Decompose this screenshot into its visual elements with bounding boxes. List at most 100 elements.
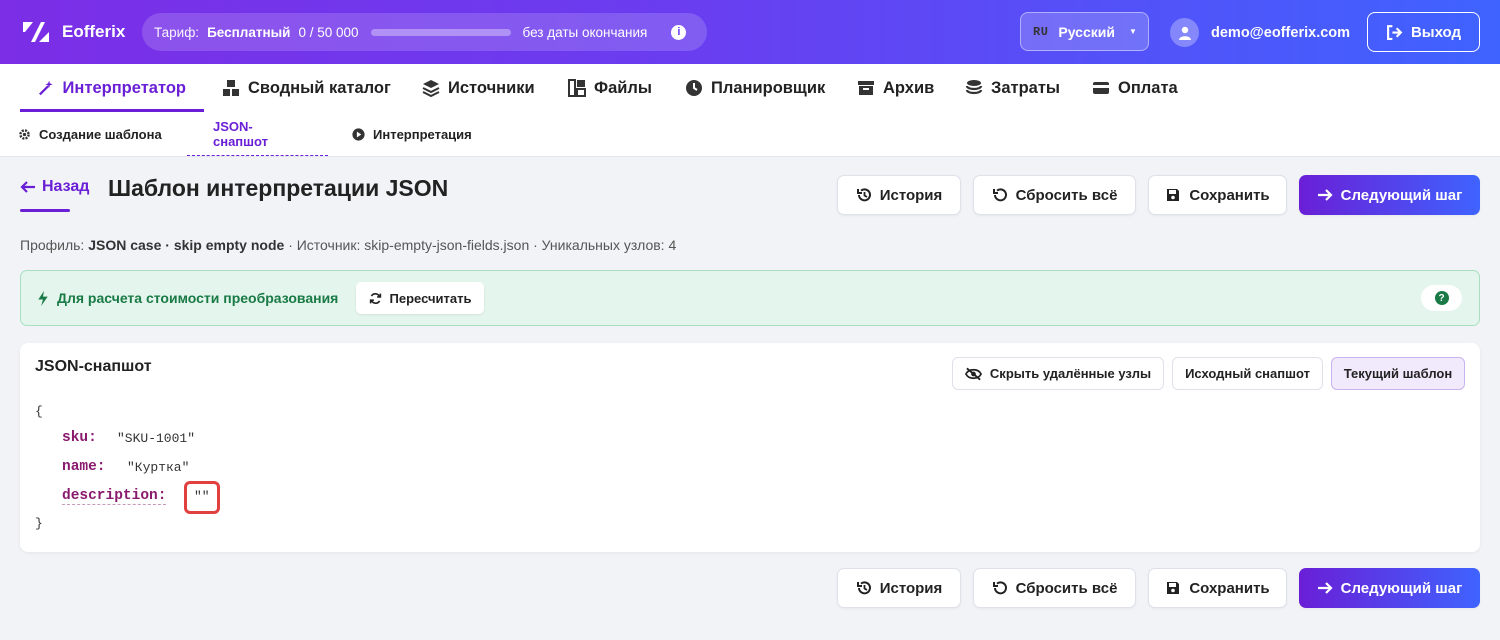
language-selector[interactable]: RU Русский ▼ <box>1020 12 1149 51</box>
nav-label: Планировщик <box>711 78 826 97</box>
json-key-description[interactable]: description: <box>62 488 167 505</box>
nav-item-archive[interactable]: Архив <box>857 64 934 112</box>
tariff-usage-bar <box>370 28 511 36</box>
nav-item-catalog[interactable]: Сводный каталог <box>222 64 391 112</box>
sub-nav: Создание шаблона JSON-снапшот Интерпрета… <box>0 112 1500 157</box>
main-nav: Интерпретатор Сводный каталог Источники … <box>0 64 1500 112</box>
eye-slash-icon <box>964 367 982 380</box>
tariff-plan: Бесплатный <box>207 24 291 40</box>
arrow-right-icon <box>1317 189 1333 201</box>
info-icon[interactable]: i <box>671 24 687 40</box>
nav-item-costs[interactable]: Затраты <box>965 64 1060 112</box>
language-name: Русский <box>1058 23 1115 40</box>
recalculate-label: Пересчитать <box>389 290 472 306</box>
back-underline <box>20 209 70 212</box>
nav-label: Затраты <box>991 78 1061 97</box>
cost-alert: Для расчета стоимости преобразования Пер… <box>20 270 1480 326</box>
nav-item-interpreter[interactable]: Интерпретатор <box>20 64 204 112</box>
tariff-panel: Тариф: Бесплатный 0 / 50 000 без даты ок… <box>142 13 707 51</box>
history-icon <box>856 581 871 595</box>
back-link[interactable]: Назад <box>20 178 89 196</box>
user-email: demo@eofferix.com <box>1211 24 1351 41</box>
logout-icon <box>1387 24 1403 40</box>
tariff-expiry: без даты окончания <box>522 24 648 40</box>
json-value-name[interactable]: "Куртка" <box>127 460 189 475</box>
subnav-label: JSON-снапшот <box>213 118 268 149</box>
archive-icon <box>858 81 874 95</box>
app-name: Eofferix <box>62 22 126 41</box>
hide-deleted-nodes-button[interactable]: Скрыть удалённые узлы <box>952 357 1164 390</box>
original-snapshot-label: Исходный снапшот <box>1185 366 1310 381</box>
language-code: RU <box>1033 24 1049 39</box>
arrow-right-icon <box>1317 582 1333 594</box>
history-label: История <box>879 186 943 204</box>
save-icon <box>1167 189 1180 201</box>
logo-icon <box>23 22 49 42</box>
boxes-icon <box>223 80 239 96</box>
profile-label: Профиль: <box>20 237 85 253</box>
play-icon <box>352 127 365 141</box>
profile-value: JSON case · skip empty node <box>88 237 285 253</box>
undo-icon <box>992 188 1007 202</box>
undo-icon <box>992 581 1007 595</box>
subnav-item-template-creation[interactable]: Создание шаблона <box>18 112 162 156</box>
next-step-label: Следующий шаг <box>1340 186 1463 204</box>
layers-icon <box>422 80 440 97</box>
nav-item-payment[interactable]: Оплата <box>1092 64 1178 112</box>
original-snapshot-button[interactable]: Исходный снапшот <box>1172 357 1323 390</box>
reset-all-button[interactable]: Сбросить всё <box>973 175 1136 215</box>
user-menu[interactable]: demo@eofferix.com <box>1170 18 1350 47</box>
json-key-name[interactable]: name: <box>62 459 106 475</box>
next-step-button[interactable]: Следующий шаг <box>1299 175 1480 215</box>
next-step-label: Следующий шаг <box>1340 579 1463 597</box>
subnav-item-interpretation[interactable]: Интерпретация <box>352 112 472 156</box>
reset-label: Сбросить всё <box>1015 186 1118 204</box>
logout-button[interactable]: Выход <box>1367 12 1480 52</box>
json-open-brace: { <box>35 404 43 419</box>
history-icon <box>856 188 871 202</box>
cost-alert-label: Для расчета стоимости преобразования <box>57 290 339 306</box>
reset-all-button-bottom[interactable]: Сбросить всё <box>973 568 1136 608</box>
hide-deleted-label: Скрыть удалённые узлы <box>989 366 1152 381</box>
arrow-left-icon <box>20 181 35 193</box>
nav-label: Файлы <box>594 78 652 97</box>
magic-wand-icon <box>39 80 53 96</box>
json-key-sku[interactable]: sku: <box>62 430 97 446</box>
help-button[interactable]: ? <box>1421 285 1462 311</box>
json-snapshot-card: JSON-снапшот Скрыть удалённые узлы Исход… <box>20 343 1480 552</box>
coins-icon <box>965 80 983 95</box>
nav-label: Оплата <box>1118 78 1178 97</box>
json-close-brace: } <box>35 516 43 531</box>
bolt-icon <box>38 290 48 306</box>
current-template-label: Текущий шаблон <box>1343 366 1453 381</box>
json-value-sku[interactable]: "SKU-1001" <box>117 431 195 446</box>
save-icon <box>1167 582 1180 594</box>
highlight-box <box>184 481 220 514</box>
cost-alert-text: Для расчета стоимости преобразования <box>37 290 338 306</box>
current-template-button[interactable]: Текущий шаблон <box>1331 357 1465 390</box>
nav-item-scheduler[interactable]: Планировщик <box>685 64 825 112</box>
back-label: Назад <box>42 178 90 195</box>
gear-icon <box>19 128 30 140</box>
nav-label: Интерпретатор <box>62 78 186 97</box>
save-button[interactable]: Сохранить <box>1148 175 1287 215</box>
tariff-usage: 0 / 50 000 <box>298 24 359 40</box>
subnav-item-json-snapshot[interactable]: JSON-снапшот <box>187 112 328 156</box>
recalculate-button[interactable]: Пересчитать <box>356 282 484 314</box>
history-label: История <box>879 579 943 597</box>
history-button-bottom[interactable]: История <box>837 568 961 608</box>
history-button[interactable]: История <box>837 175 961 215</box>
nav-item-files[interactable]: Файлы <box>568 64 652 112</box>
app-logo[interactable]: Eofferix <box>20 18 125 46</box>
save-button-bottom[interactable]: Сохранить <box>1148 568 1287 608</box>
subnav-label: Интерпретация <box>373 126 472 142</box>
profile-meta: Профиль: JSON case · skip empty node · И… <box>20 237 676 253</box>
nav-label: Сводный каталог <box>248 78 391 97</box>
user-avatar-icon <box>1170 18 1199 47</box>
help-icon: ? <box>1434 291 1449 305</box>
refresh-icon <box>369 292 381 304</box>
next-step-button-bottom[interactable]: Следующий шаг <box>1299 568 1480 608</box>
snapshot-title: JSON-снапшот <box>35 358 152 375</box>
nav-label: Архив <box>883 78 935 97</box>
nav-item-sources[interactable]: Источники <box>422 64 535 112</box>
